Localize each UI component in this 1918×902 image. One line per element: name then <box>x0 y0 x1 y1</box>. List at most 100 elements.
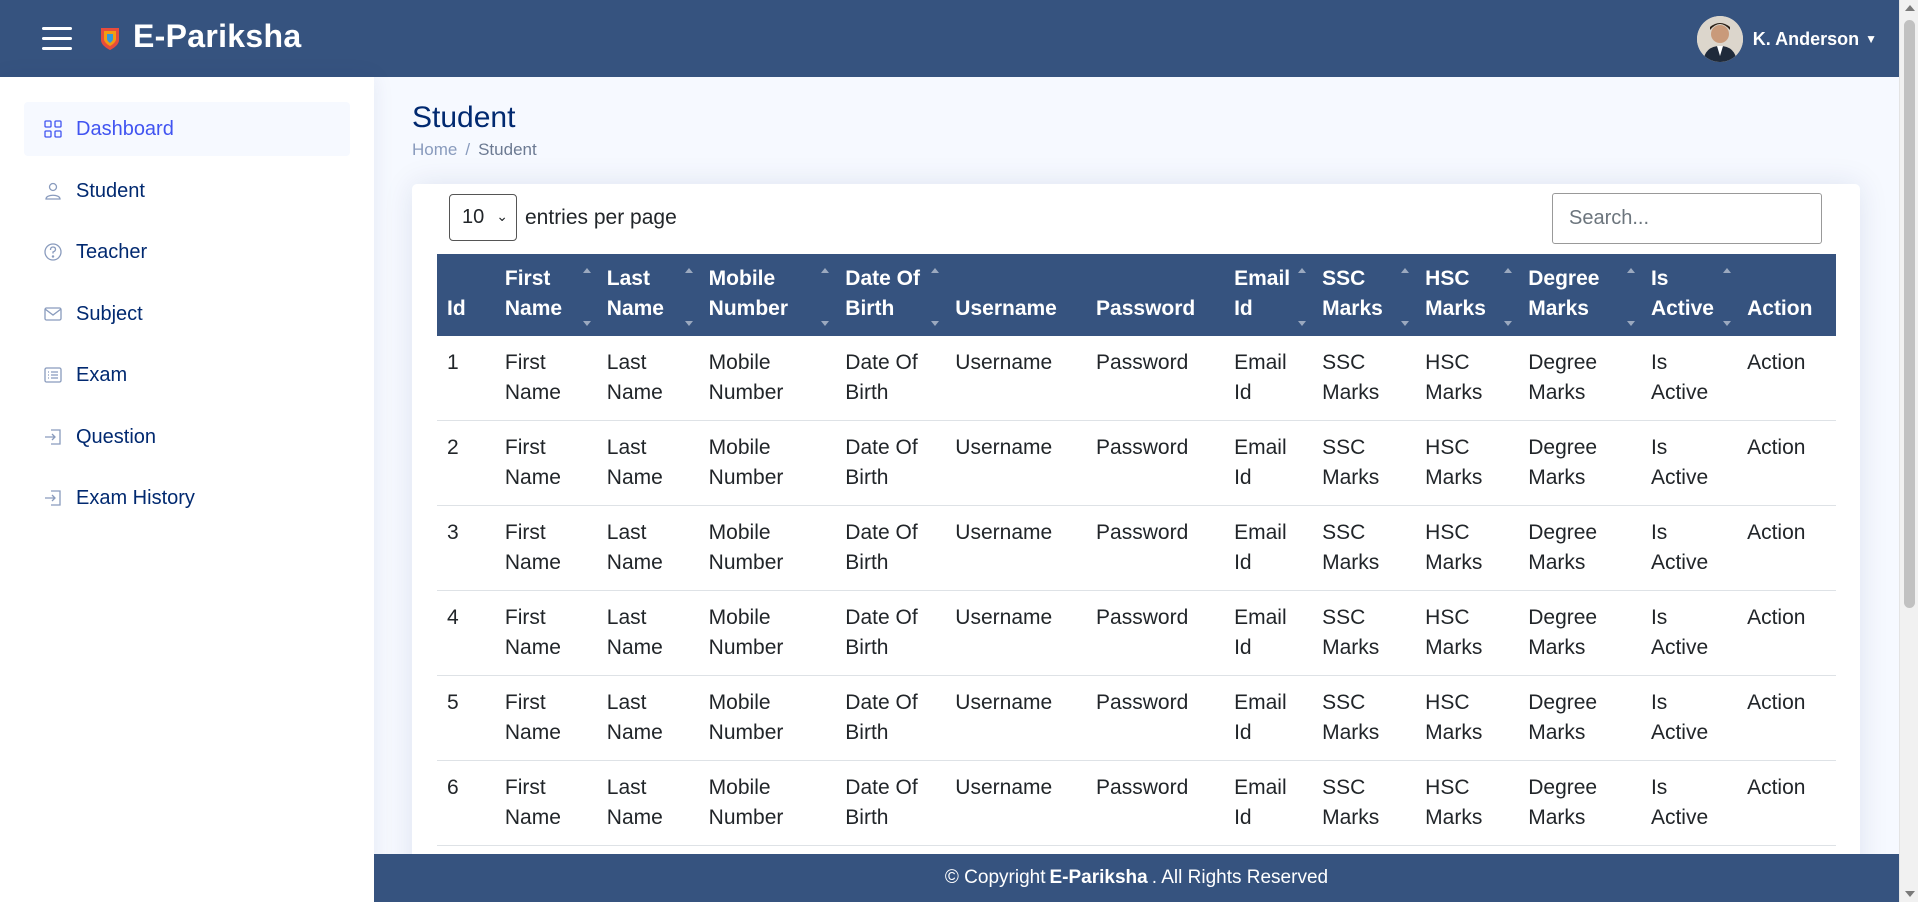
question-circle-icon <box>44 243 62 261</box>
sidebar-item-student[interactable]: Student <box>24 164 350 218</box>
table-cell: Mobile Number <box>698 675 836 761</box>
sort-up-icon[interactable] <box>1723 268 1732 273</box>
sidebar-item-exam[interactable]: Exam <box>24 348 350 402</box>
top-header: E-Pariksha K. Anderson ▼ <box>0 0 1899 77</box>
scroll-thumb[interactable] <box>1904 20 1915 608</box>
sort-down-icon[interactable] <box>582 321 591 326</box>
sidebar-item-label: Exam <box>76 363 128 386</box>
sidebar-item-question[interactable]: Question <box>24 410 350 464</box>
column-header[interactable]: Mobile Number <box>698 254 836 336</box>
table-cell: Date Of Birth <box>835 336 946 421</box>
sidebar-item-dashboard[interactable]: Dashboard <box>24 102 350 156</box>
table-cell: HSC Marks <box>1415 505 1519 591</box>
sort-down-icon[interactable] <box>1298 321 1307 326</box>
column-header[interactable]: Last Name <box>596 254 699 336</box>
sort-up-icon[interactable] <box>931 268 940 273</box>
table-cell: SSC Marks <box>1312 505 1416 591</box>
page-scrollbar[interactable] <box>1899 0 1918 902</box>
column-header[interactable]: Action <box>1737 254 1836 336</box>
row-action[interactable]: Action <box>1737 505 1836 591</box>
table-row[interactable]: 5 First Name Last Name Mobile Number Date Of… <box>437 675 1836 761</box>
per-page-value: 10 <box>462 206 485 228</box>
column-header[interactable]: HSC Marks <box>1415 254 1519 336</box>
column-header[interactable]: Degree Marks <box>1518 254 1641 336</box>
column-header-line: Marks <box>1322 297 1383 320</box>
table-cell: 6 <box>437 760 495 846</box>
table-cell: First Name <box>494 336 597 421</box>
sort-up-icon[interactable] <box>1626 268 1635 273</box>
profile-dropdown[interactable]: K. Anderson ▼ <box>1696 16 1877 62</box>
scroll-up-arrow-icon[interactable] <box>1905 5 1915 11</box>
row-action[interactable]: Action <box>1737 336 1836 421</box>
column-header[interactable]: Is Active <box>1640 254 1738 336</box>
sort-down-icon[interactable] <box>1401 321 1410 326</box>
search-input[interactable] <box>1552 193 1822 244</box>
table-cell: Username <box>945 336 1087 421</box>
sort-up-icon[interactable] <box>684 268 693 273</box>
table-cell: HSC Marks <box>1415 420 1519 506</box>
sort-down-icon[interactable] <box>1723 321 1732 326</box>
breadcrumb-separator: / <box>465 140 471 159</box>
sidebar-item-subject[interactable]: Subject <box>24 287 350 341</box>
column-header-line: Number <box>708 297 789 320</box>
column-header-line: Degree <box>1528 267 1600 290</box>
table-cell: 3 <box>437 505 495 591</box>
table-cell: Last Name <box>596 420 699 506</box>
brand-name[interactable]: E-Pariksha <box>133 18 301 55</box>
sort-up-icon[interactable] <box>821 268 830 273</box>
sort-up-icon[interactable] <box>1298 268 1307 273</box>
table-cell: SSC Marks <box>1312 590 1416 676</box>
sort-up-icon[interactable] <box>1401 268 1410 273</box>
logo-icon <box>101 28 119 50</box>
column-header-line: Name <box>504 297 563 320</box>
table-cell: Password <box>1086 675 1225 761</box>
avatar[interactable] <box>1696 16 1743 62</box>
row-action[interactable]: Action <box>1737 675 1836 761</box>
column-header[interactable]: SSC Marks <box>1312 254 1416 336</box>
table-cell: SSC Marks <box>1312 675 1416 761</box>
sort-down-icon[interactable] <box>1504 321 1513 326</box>
table-row[interactable]: 6 First Name Last Name Mobile Number Date Of… <box>437 760 1836 846</box>
person-icon <box>45 182 61 200</box>
table-cell: Is Active <box>1640 505 1738 591</box>
column-header-line: Name <box>606 297 664 320</box>
per-page-select[interactable]: 10 ⌄ <box>449 194 517 241</box>
table-cell: Mobile Number <box>698 336 836 421</box>
column-header[interactable]: Date Of Birth <box>835 254 946 336</box>
sort-up-icon[interactable] <box>582 268 591 273</box>
caret-down-icon[interactable]: ▼ <box>1865 32 1877 46</box>
sort-down-icon[interactable] <box>684 321 693 326</box>
sidebar-item-label: Student <box>76 179 145 202</box>
copyright-prefix: © Copyright <box>944 867 1046 888</box>
sort-down-icon[interactable] <box>1626 321 1635 326</box>
sidebar-item-exam-history[interactable]: Exam History <box>24 471 350 525</box>
breadcrumb-home-link[interactable]: Home <box>412 140 457 159</box>
table-row[interactable]: 3 First Name Last Name Mobile Number Date Of… <box>437 505 1836 591</box>
box-arrow-in-right-icon <box>45 490 61 506</box>
row-action[interactable]: Action <box>1737 420 1836 506</box>
table-cell: SSC Marks <box>1312 760 1416 846</box>
column-header[interactable]: Username <box>945 254 1087 336</box>
table-row[interactable]: 2 First Name Last Name Mobile Number Date Of… <box>437 420 1836 506</box>
menu-toggle-icon[interactable] <box>42 27 72 51</box>
row-action[interactable]: Action <box>1737 760 1836 846</box>
sort-down-icon[interactable] <box>821 321 830 326</box>
profile-name[interactable]: K. Anderson <box>1753 29 1859 50</box>
sidebar-item-label: Teacher <box>76 240 148 263</box>
table-row[interactable]: 1 First Name Last Name Mobile Number Date Of… <box>437 336 1836 421</box>
entries-control: 10 ⌄ entries per page <box>449 194 677 241</box>
scroll-down-arrow-icon[interactable] <box>1905 891 1915 897</box>
table-cell: Last Name <box>596 590 699 676</box>
table-cell: Password <box>1086 505 1225 591</box>
column-header[interactable]: Password <box>1086 254 1225 336</box>
table-cell: First Name <box>494 675 597 761</box>
row-action[interactable]: Action <box>1737 590 1836 676</box>
sort-down-icon[interactable] <box>931 321 940 326</box>
sidebar-item-teacher[interactable]: Teacher <box>24 225 350 279</box>
sidebar-item-label: Dashboard <box>76 117 174 140</box>
column-header[interactable]: Email Id <box>1224 254 1313 336</box>
sort-up-icon[interactable] <box>1504 268 1513 273</box>
column-header[interactable]: Id <box>437 254 495 336</box>
column-header[interactable]: First Name <box>494 254 597 336</box>
table-row[interactable]: 4 First Name Last Name Mobile Number Date Of… <box>437 590 1836 676</box>
